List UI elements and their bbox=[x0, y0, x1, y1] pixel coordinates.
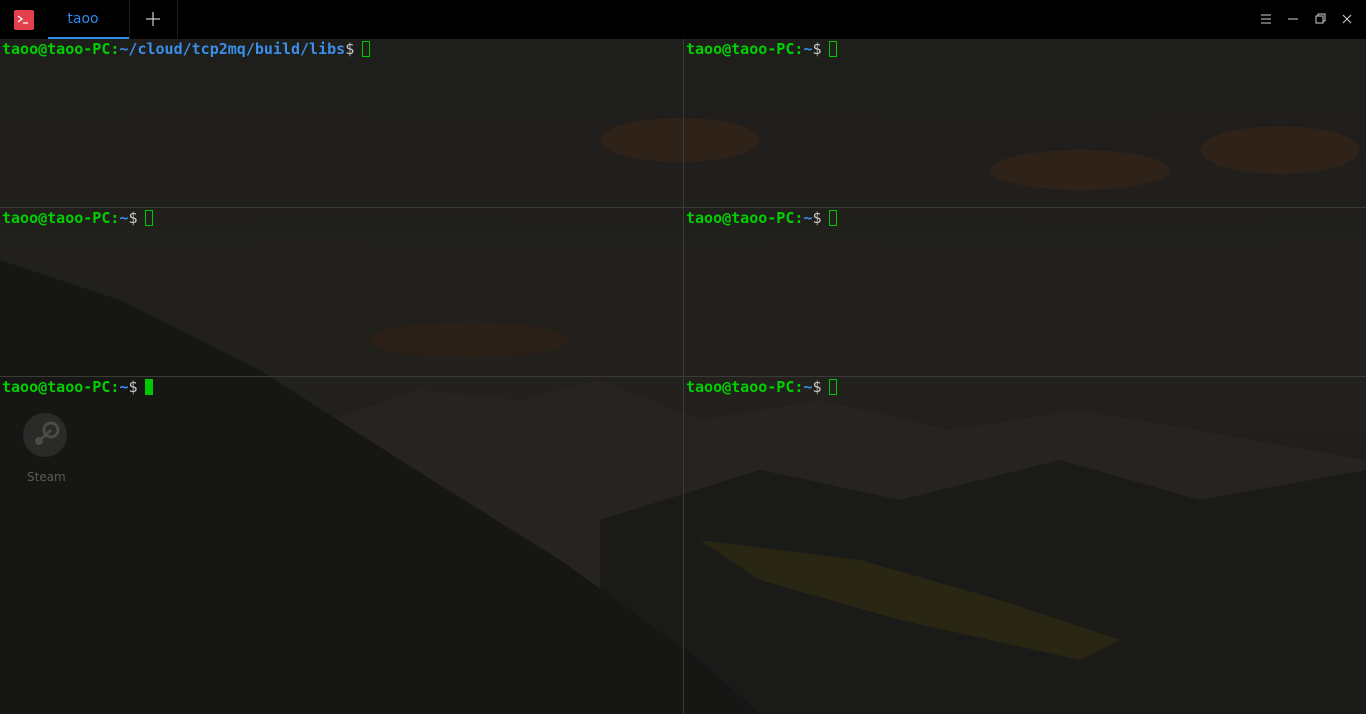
terminal-pane-6[interactable]: taoo@taoo-PC:~$ bbox=[684, 377, 1366, 714]
title-bar: taoo bbox=[0, 0, 1366, 39]
terminal-pane-1[interactable]: taoo@taoo-PC:~/cloud/tcp2mq/build/libs$ bbox=[0, 39, 683, 207]
terminal-pane-3[interactable]: taoo@taoo-PC:~$ bbox=[0, 208, 683, 376]
prompt-user-host: taoo@taoo-PC bbox=[686, 40, 795, 58]
minimize-icon bbox=[1288, 18, 1298, 20]
terminal-cursor-active bbox=[145, 379, 154, 395]
prompt-user-host: taoo@taoo-PC bbox=[686, 209, 795, 227]
terminal-pane-4[interactable]: taoo@taoo-PC:~$ bbox=[684, 208, 1366, 376]
prompt-symbol: $ bbox=[128, 209, 138, 227]
prompt-user-host: taoo@taoo-PC bbox=[2, 209, 111, 227]
pane-divider-horizontal-1[interactable] bbox=[0, 207, 1366, 208]
terminal-pane-5[interactable]: taoo@taoo-PC:~$ bbox=[0, 377, 683, 714]
close-icon bbox=[1342, 14, 1352, 24]
prompt-user-host: taoo@taoo-PC bbox=[2, 378, 111, 396]
terminal-cursor bbox=[829, 379, 838, 395]
tab-taoo[interactable]: taoo bbox=[48, 0, 130, 39]
terminal-pane-2[interactable]: taoo@taoo-PC:~$ bbox=[684, 39, 1366, 207]
tab-active-indicator bbox=[48, 37, 129, 39]
prompt-path: ~/cloud/tcp2mq/build/libs bbox=[119, 40, 346, 58]
prompt-symbol: $ bbox=[812, 40, 822, 58]
terminal-cursor bbox=[829, 41, 838, 57]
new-tab-button[interactable] bbox=[130, 0, 178, 39]
pane-divider-horizontal-2[interactable] bbox=[0, 376, 1366, 377]
menu-button[interactable] bbox=[1257, 10, 1275, 28]
prompt-user-host: taoo@taoo-PC bbox=[686, 378, 795, 396]
terminal-app-icon bbox=[14, 10, 34, 30]
prompt-symbol: $ bbox=[345, 40, 355, 58]
restore-icon bbox=[1315, 13, 1326, 24]
tab-label: taoo bbox=[67, 11, 99, 27]
terminal-cursor bbox=[145, 210, 154, 226]
prompt-symbol: $ bbox=[812, 209, 822, 227]
prompt-symbol: $ bbox=[128, 378, 138, 396]
minimize-button[interactable] bbox=[1284, 10, 1302, 28]
prompt-symbol: $ bbox=[812, 378, 822, 396]
prompt-user-host: taoo@taoo-PC bbox=[2, 40, 111, 58]
plus-icon bbox=[146, 12, 160, 26]
terminal-cursor bbox=[829, 210, 838, 226]
close-button[interactable] bbox=[1338, 10, 1356, 28]
restore-button[interactable] bbox=[1311, 10, 1329, 28]
hamburger-menu-icon bbox=[1261, 14, 1271, 24]
terminal-cursor bbox=[362, 41, 371, 57]
